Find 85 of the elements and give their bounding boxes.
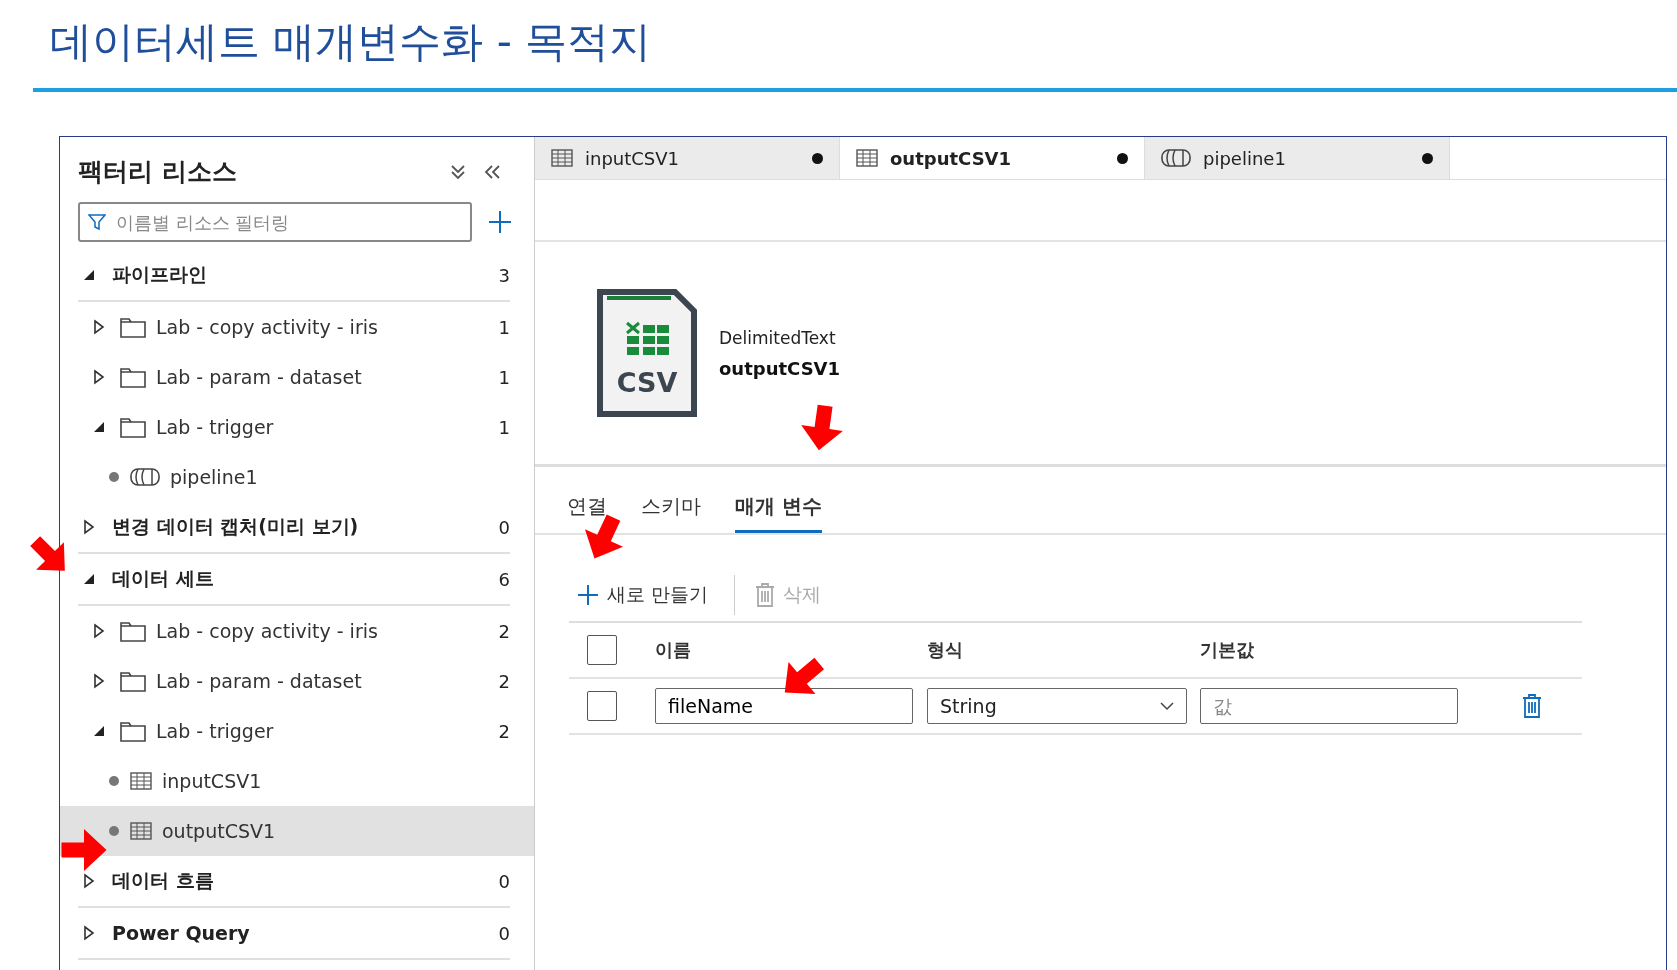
type-dropdown[interactable]: String <box>927 688 1187 724</box>
table-icon <box>130 822 152 840</box>
folder-icon <box>120 670 146 692</box>
item-label: inputCSV1 <box>162 770 263 792</box>
column-header: 이름 <box>655 638 692 662</box>
add-icon[interactable] <box>486 208 514 236</box>
expand-caret-icon[interactable] <box>83 925 95 941</box>
section-header[interactable]: 데이터 세트 6 <box>78 554 510 606</box>
filter-field[interactable]: 이름별 리소스 필터링 <box>78 202 472 242</box>
item-label: Lab - param - dataset <box>156 670 363 692</box>
tree-item[interactable]: inputCSV1 <box>60 756 534 806</box>
section-count: 6 <box>498 568 510 590</box>
item-label: pipeline1 <box>170 466 259 488</box>
item-count: 2 <box>498 720 510 742</box>
folder-row[interactable]: Lab - trigger 1 <box>60 402 534 452</box>
section-count: 0 <box>498 516 510 538</box>
pipeline-icon <box>130 468 160 486</box>
folder-icon <box>120 620 146 642</box>
trash-icon <box>755 583 776 607</box>
editor-tab[interactable]: pipeline1 <box>1145 137 1450 179</box>
expand-caret-icon[interactable] <box>93 369 105 385</box>
folder-row[interactable]: Lab - copy activity - iris 2 <box>60 606 534 656</box>
item-count: 2 <box>498 620 510 642</box>
item-label: Lab - copy activity - iris <box>156 620 379 642</box>
dataset-type: DelimitedText <box>719 327 837 348</box>
expand-caret-icon[interactable] <box>93 319 105 335</box>
row-checkbox[interactable] <box>587 691 617 721</box>
item-count: 1 <box>498 416 510 438</box>
property-tab[interactable]: 스키마 <box>641 493 701 533</box>
section-count: 0 <box>498 870 510 892</box>
property-tab[interactable]: 연결 <box>567 493 607 533</box>
status-dot-icon <box>108 775 120 787</box>
folder-icon <box>120 316 146 338</box>
table-icon <box>856 149 878 167</box>
expand-caret-icon[interactable] <box>83 873 95 889</box>
collapse-caret-icon[interactable] <box>83 573 95 585</box>
slide-title: 데이터세트 매개변수화 - 목적지 <box>49 16 653 68</box>
pipeline-icon <box>1161 149 1191 167</box>
editor-tab[interactable]: inputCSV1 <box>535 137 840 179</box>
item-count: 1 <box>498 366 510 388</box>
filter-icon <box>88 213 106 231</box>
panel-title: 팩터리 리소스 <box>78 156 238 188</box>
section-count: 3 <box>498 264 510 286</box>
collapse-caret-icon[interactable] <box>83 269 95 281</box>
folder-row[interactable]: Lab - copy activity - iris 1 <box>60 302 534 352</box>
name-field[interactable]: fileName <box>655 688 913 724</box>
item-label: Lab - trigger <box>156 416 275 438</box>
plus-icon <box>577 584 599 606</box>
folder-row[interactable]: Lab - param - dataset 2 <box>60 656 534 706</box>
section-count: 0 <box>498 922 510 944</box>
item-label: Lab - copy activity - iris <box>156 316 379 338</box>
table-icon <box>551 149 573 167</box>
chevron-down-icon <box>1160 701 1174 711</box>
collapse-caret-icon[interactable] <box>93 725 105 737</box>
folder-row[interactable]: Lab - trigger 2 <box>60 706 534 756</box>
expand-caret-icon[interactable] <box>93 623 105 639</box>
table-icon <box>130 772 152 790</box>
column-header: 형식 <box>927 638 964 662</box>
default-value-field[interactable]: 값 <box>1200 688 1458 724</box>
section-header[interactable]: Power Query 0 <box>78 908 510 960</box>
new-button[interactable]: 새로 만들기 <box>569 582 723 608</box>
status-dot-icon <box>108 825 120 837</box>
expand-caret-icon[interactable] <box>83 519 95 535</box>
status-dot-icon <box>108 471 120 483</box>
delete-row-icon[interactable] <box>1522 694 1542 718</box>
property-tab[interactable]: 매개 변수 <box>735 493 822 533</box>
item-label: outputCSV1 <box>162 820 277 842</box>
expand-caret-icon[interactable] <box>93 673 105 689</box>
tree-item[interactable]: outputCSV1 <box>60 806 534 856</box>
folder-row[interactable]: Lab - param - dataset 1 <box>60 352 534 402</box>
csv-file-icon: CSV <box>597 289 697 417</box>
select-all-checkbox[interactable] <box>587 635 617 665</box>
folder-icon <box>120 720 146 742</box>
folder-icon <box>120 416 146 438</box>
item-count: 2 <box>498 670 510 692</box>
dataset-name: outputCSV1 <box>719 357 841 379</box>
item-label: Lab - param - dataset <box>156 366 363 388</box>
item-count: 1 <box>498 316 510 338</box>
tree-item[interactable]: pipeline1 <box>60 452 534 502</box>
folder-icon <box>120 366 146 388</box>
item-label: Lab - trigger <box>156 720 275 742</box>
section-header[interactable]: 변경 데이터 캡처(미리 보기) 0 <box>78 502 510 554</box>
collapse-caret-icon[interactable] <box>93 421 105 433</box>
section-header[interactable]: 파이프라인 3 <box>78 250 510 302</box>
column-header: 기본값 <box>1200 638 1255 662</box>
